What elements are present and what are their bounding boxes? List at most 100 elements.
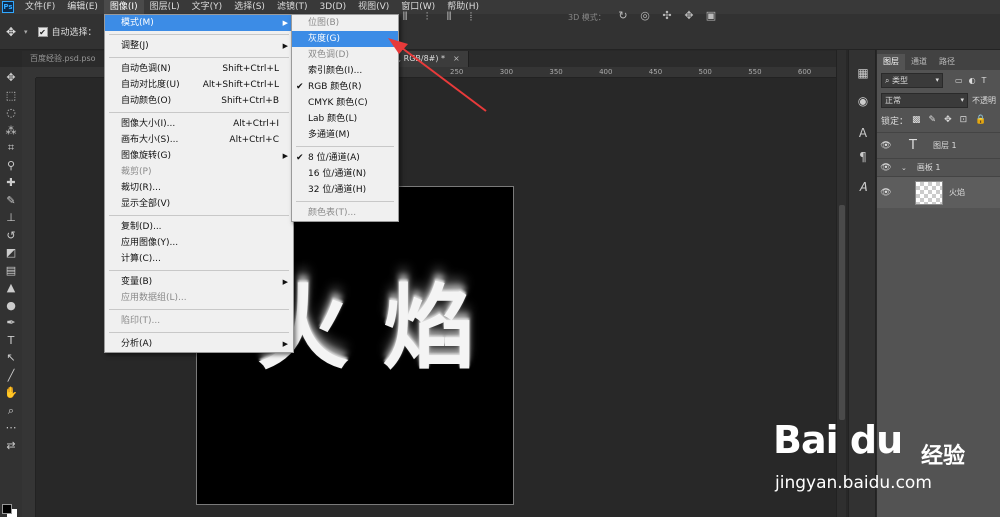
- menu-item[interactable]: 32 位/通道(H): [292, 182, 398, 198]
- menu-layer[interactable]: 图层(L): [144, 0, 186, 14]
- align-left-icon[interactable]: ⫴: [398, 11, 412, 23]
- menu-item[interactable]: 变量(B) ▶: [105, 274, 293, 290]
- roll-3d-icon[interactable]: ◎: [638, 9, 652, 23]
- glyphs-panel-icon[interactable]: 𝐴: [856, 180, 870, 194]
- menu-item[interactable]: Lab 颜色(L): [292, 111, 398, 127]
- menu-item[interactable]: 自动颜色(O) Shift+Ctrl+B: [105, 93, 293, 109]
- character-panel-icon[interactable]: A: [856, 126, 870, 140]
- menu-item[interactable]: 自动色调(N) Shift+Ctrl+L: [105, 61, 293, 77]
- history-brush-icon[interactable]: ↺: [3, 227, 19, 245]
- menu-separator: [105, 31, 293, 38]
- history-panel-icon[interactable]: ▦: [856, 66, 870, 80]
- blend-mode-select[interactable]: 正常 ▾: [881, 92, 968, 108]
- menu-type[interactable]: 文字(Y): [186, 0, 229, 14]
- properties-panel-icon[interactable]: ◉: [856, 94, 870, 108]
- visibility-eye-icon[interactable]: 👁: [877, 188, 895, 198]
- tool-preset-caret-icon[interactable]: ▾: [24, 28, 28, 36]
- menu-image[interactable]: 图像(I): [103, 0, 144, 14]
- layer-filter-select[interactable]: ⌕ 类型 ▾: [881, 72, 943, 88]
- visibility-eye-icon[interactable]: 👁: [877, 141, 895, 151]
- lock-pixels-icon[interactable]: ✎: [929, 115, 937, 125]
- hand-icon[interactable]: ✋: [3, 384, 19, 402]
- menu-item[interactable]: ✔ 8 位/通道(A): [292, 150, 398, 166]
- menu-item[interactable]: 16 位/通道(N): [292, 166, 398, 182]
- slide-3d-icon[interactable]: ✥: [682, 9, 696, 23]
- submenu-arrow-icon: ▶: [282, 19, 288, 27]
- menu-3d[interactable]: 3D(D): [313, 0, 352, 14]
- align-center-icon[interactable]: ⫶: [420, 11, 434, 23]
- layer-row-artboard[interactable]: 👁 ⌄ 画板 1: [877, 158, 1000, 176]
- distribute-icon[interactable]: ⦙: [464, 11, 478, 23]
- filter-pixel-icon[interactable]: ▭: [955, 76, 963, 85]
- brush-icon[interactable]: ✎: [3, 192, 19, 210]
- marquee-icon[interactable]: ⬚: [3, 87, 19, 105]
- scrollbar-thumb[interactable]: [839, 205, 845, 420]
- swap-colors-icon[interactable]: ⇄: [3, 437, 19, 455]
- menu-item[interactable]: 图像旋转(G) ▶: [105, 148, 293, 164]
- foreground-color-swatch[interactable]: [2, 504, 12, 514]
- menu-item[interactable]: 自动对比度(U) Alt+Shift+Ctrl+L: [105, 77, 293, 93]
- menu-item[interactable]: 裁切(R)...: [105, 180, 293, 196]
- move-icon[interactable]: ✥: [3, 69, 19, 87]
- scale-3d-icon[interactable]: ▣: [704, 9, 718, 23]
- menu-item[interactable]: 索引颜色(I)...: [292, 63, 398, 79]
- tab-label: 百度经验.psd.pso: [30, 54, 96, 63]
- pen-icon[interactable]: ✒: [3, 314, 19, 332]
- clone-stamp-icon[interactable]: ⊥: [3, 209, 19, 227]
- menu-view[interactable]: 视图(V): [352, 0, 395, 14]
- align-right-icon[interactable]: ⫴: [442, 11, 456, 23]
- magic-wand-icon[interactable]: ⁂: [3, 122, 19, 140]
- menu-item[interactable]: 分析(A) ▶: [105, 336, 293, 352]
- filter-adjust-icon[interactable]: ◐: [969, 76, 976, 85]
- tab-baidu-psd[interactable]: 百度经验.psd.pso: [22, 51, 105, 67]
- auto-select-checkbox[interactable]: ✔: [37, 26, 48, 37]
- menu-item[interactable]: ✔ RGB 颜色(R): [292, 79, 398, 95]
- lock-transparent-icon[interactable]: ▩: [912, 115, 921, 125]
- eyedropper-icon[interactable]: ⚲: [3, 157, 19, 175]
- tab-paths[interactable]: 路径: [933, 54, 961, 70]
- lock-position-icon[interactable]: ✥: [944, 115, 952, 125]
- orbit-3d-icon[interactable]: ↻: [616, 9, 630, 23]
- crop-icon[interactable]: ⌗: [3, 139, 19, 157]
- layer-row-text[interactable]: 👁 T 图层 1: [877, 132, 1000, 158]
- menu-item[interactable]: 调整(J) ▶: [105, 38, 293, 54]
- move-tool-icon[interactable]: ✥: [6, 24, 22, 40]
- menu-select[interactable]: 选择(S): [228, 0, 271, 14]
- lock-all-icon[interactable]: 🔒: [975, 115, 986, 125]
- menu-item[interactable]: 画布大小(S)... Alt+Ctrl+C: [105, 132, 293, 148]
- pan-3d-icon[interactable]: ✣: [660, 9, 674, 23]
- menu-item[interactable]: 灰度(G): [292, 31, 398, 47]
- blur-icon[interactable]: ▲: [3, 279, 19, 297]
- line-icon[interactable]: ╱: [3, 367, 19, 385]
- tab-channels[interactable]: 通道: [905, 54, 933, 70]
- menu-file[interactable]: 文件(F): [19, 0, 61, 14]
- menu-item[interactable]: 显示全部(V): [105, 196, 293, 212]
- lasso-icon[interactable]: ◌: [3, 104, 19, 122]
- menu-edit[interactable]: 编辑(E): [61, 0, 104, 14]
- expand-chevron-icon[interactable]: ⌄: [901, 164, 907, 172]
- filter-type-icon[interactable]: T: [982, 76, 987, 85]
- menu-filter[interactable]: 滤镜(T): [271, 0, 314, 14]
- menu-item[interactable]: CMYK 颜色(C): [292, 95, 398, 111]
- healing-brush-icon[interactable]: ✚: [3, 174, 19, 192]
- lock-artboard-icon[interactable]: ⊡: [960, 115, 968, 125]
- dodge-icon[interactable]: ●: [3, 297, 19, 315]
- zoom-icon[interactable]: ⌕: [3, 402, 19, 420]
- eraser-icon[interactable]: ◩: [3, 244, 19, 262]
- path-selection-icon[interactable]: ↖: [3, 349, 19, 367]
- menu-item[interactable]: 应用图像(Y)...: [105, 235, 293, 251]
- menu-item[interactable]: 复制(D)...: [105, 219, 293, 235]
- menu-item[interactable]: 多通道(M): [292, 127, 398, 143]
- gradient-icon[interactable]: ▤: [3, 262, 19, 280]
- tab-layers[interactable]: 图层: [877, 54, 905, 70]
- layer-row-flame[interactable]: 👁 火焰: [877, 176, 1000, 208]
- type-icon[interactable]: T: [3, 332, 19, 350]
- paragraph-panel-icon[interactable]: ¶: [856, 150, 870, 164]
- menu-item[interactable]: 图像大小(I)... Alt+Ctrl+I: [105, 116, 293, 132]
- menu-item[interactable]: 模式(M) ▶: [105, 15, 293, 31]
- menu-item[interactable]: 计算(C)...: [105, 251, 293, 267]
- more-tools-icon[interactable]: ⋯: [3, 419, 19, 437]
- tools-panel: ✥ ⬚ ◌ ⁂ ⌗ ⚲ ✚ ✎ ⊥ ↺ ◩ ▤ ▲ ● ✒ T ↖ ╱ ✋ ⌕ …: [0, 67, 22, 517]
- tab-close-icon[interactable]: ×: [453, 54, 460, 63]
- visibility-eye-icon[interactable]: 👁: [877, 163, 895, 173]
